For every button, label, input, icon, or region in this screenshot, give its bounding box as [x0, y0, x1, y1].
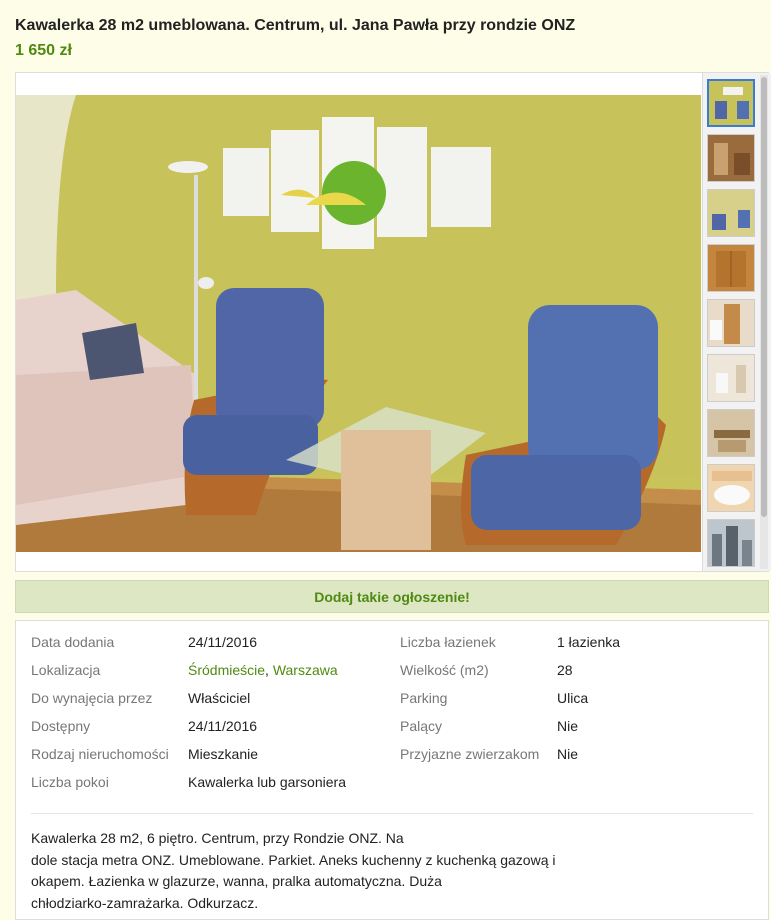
- detail-value: 24/11/2016: [188, 634, 258, 650]
- thumbnail-3[interactable]: [707, 189, 755, 237]
- detail-value: Nie: [557, 718, 579, 734]
- main-photo[interactable]: [16, 95, 701, 552]
- location-value: Śródmieście, Warszawa: [188, 662, 338, 678]
- detail-label: Do wynajęcia przez: [31, 690, 153, 706]
- thumbnail-1[interactable]: [707, 79, 755, 127]
- detail-label: Przyjazne zwierzakom: [400, 746, 540, 762]
- add-listing-button[interactable]: Dodaj takie ogłoszenie!: [15, 580, 769, 613]
- detail-value: Nie: [557, 746, 579, 762]
- scrollbar-thumb[interactable]: [761, 77, 767, 517]
- photo-gallery: [15, 72, 771, 572]
- detail-value: 24/11/2016: [188, 718, 258, 734]
- thumbnail-scrollbar[interactable]: [760, 75, 768, 569]
- listing-page: Kawalerka 28 m2 umeblowana. Centrum, ul.…: [0, 0, 771, 920]
- detail-label: Rodzaj nieruchomości: [31, 746, 169, 762]
- location-separator: ,: [265, 662, 273, 678]
- detail-value: Kawalerka lub garsoniera: [188, 774, 346, 790]
- detail-label: Lokalizacja: [31, 662, 101, 678]
- divider: [31, 813, 753, 814]
- thumbnail-5[interactable]: [707, 299, 755, 347]
- living-room-photo: [16, 95, 701, 552]
- thumbnail-6[interactable]: [707, 354, 755, 402]
- city-link[interactable]: Warszawa: [273, 662, 338, 678]
- listing-description: Kawalerka 28 m2, 6 piętro. Centrum, przy…: [31, 830, 556, 911]
- detail-label: Dostępny: [31, 718, 91, 734]
- detail-label: Liczba łazienek: [400, 634, 496, 650]
- detail-value: 28: [557, 662, 573, 678]
- thumbnail-8[interactable]: [707, 464, 755, 512]
- detail-label: Liczba pokoi: [31, 774, 109, 790]
- detail-label: Palący: [400, 718, 443, 734]
- thumbnail-7[interactable]: [707, 409, 755, 457]
- detail-label: Wielkość (m2): [400, 662, 489, 678]
- thumbnail-strip: [702, 73, 771, 571]
- district-link[interactable]: Śródmieście: [188, 662, 265, 678]
- detail-label: Data dodania: [31, 634, 115, 650]
- thumbnail-4[interactable]: [707, 244, 755, 292]
- detail-value: 1 łazienka: [557, 634, 621, 650]
- listing-details: Data dodania 24/11/2016 Lokalizacja Śród…: [15, 620, 769, 920]
- detail-value: Mieszkanie: [188, 746, 259, 762]
- listing-price: 1 650 zł: [15, 42, 72, 59]
- detail-value: Właściciel: [188, 690, 251, 706]
- listing-title: Kawalerka 28 m2 umeblowana. Centrum, ul.…: [15, 17, 576, 34]
- thumbnail-9[interactable]: [707, 519, 755, 567]
- detail-value: Ulica: [557, 690, 589, 706]
- detail-label: Parking: [400, 690, 448, 706]
- thumbnail-2[interactable]: [707, 134, 755, 182]
